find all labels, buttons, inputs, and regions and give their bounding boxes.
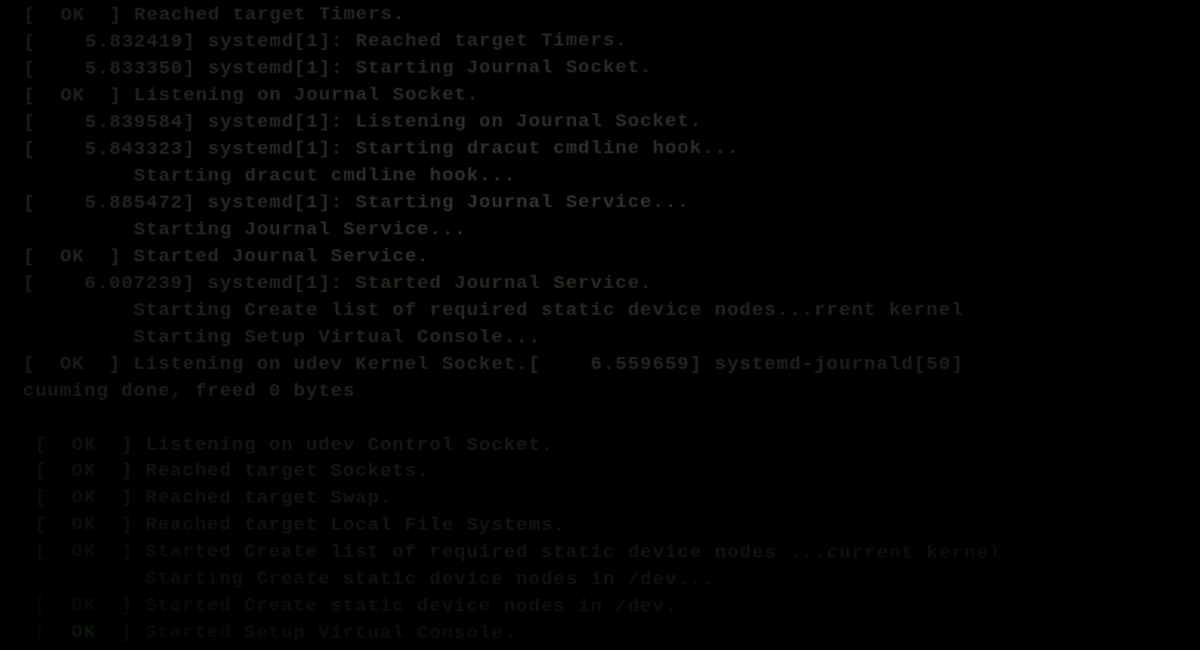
log-line-latest: [ OK ] Started Setup Virtual Console.	[22, 619, 1183, 649]
log-line: Starting Create list of required static …	[23, 296, 1183, 323]
log-line: [ 6.007239] systemd[1]: Started Journal …	[23, 269, 1183, 297]
log-line: [ OK ] Reached target Timers.	[24, 0, 1182, 29]
log-line: Starting Setup Virtual Console...	[23, 324, 1183, 351]
boot-console: [ OK ] Reached target Timers. [ 5.832419…	[2, 0, 1200, 649]
log-line: [ OK ] Listening on udev Kernel Socket.[…	[23, 351, 1183, 378]
log-line: cuuming done, freed 0 bytes	[23, 377, 1183, 404]
log-line: [ OK ] Started Create list of required s…	[22, 539, 1183, 568]
log-line: [ OK ] Listening on Journal Socket.	[24, 80, 1183, 109]
status-bracket-open: [	[22, 621, 71, 643]
log-line: Starting Create static device nodes in /…	[22, 565, 1183, 594]
log-line: [ OK ] Reached target Sockets.	[23, 458, 1184, 486]
log-line: [ OK ] Listening on udev Control Socket.	[23, 431, 1184, 459]
status-message: ] Started Setup Virtual Console.	[96, 621, 516, 644]
log-line: [ OK ] Started Journal Service.	[23, 242, 1183, 270]
log-line: [ 5.885472] systemd[1]: Starting Journal…	[23, 188, 1182, 216]
log-line	[23, 404, 1183, 432]
log-line: [ OK ] Reached target Swap.	[23, 485, 1184, 514]
log-line: [ 5.843323] systemd[1]: Starting dracut …	[23, 134, 1182, 163]
log-line: [ 5.832419] systemd[1]: Reached target T…	[24, 26, 1182, 56]
log-line: Starting Journal Service...	[23, 215, 1182, 243]
log-line: [ OK ] Reached target Local File Systems…	[22, 512, 1183, 541]
status-ok: OK	[71, 621, 96, 643]
log-line: Starting dracut cmdline hook...	[23, 161, 1182, 190]
log-line: [ 5.833350] systemd[1]: Starting Journal…	[24, 53, 1183, 83]
log-line: [ OK ] Started Create static device node…	[22, 592, 1183, 622]
log-line: [ 5.839584] systemd[1]: Listening on Jou…	[23, 107, 1182, 136]
